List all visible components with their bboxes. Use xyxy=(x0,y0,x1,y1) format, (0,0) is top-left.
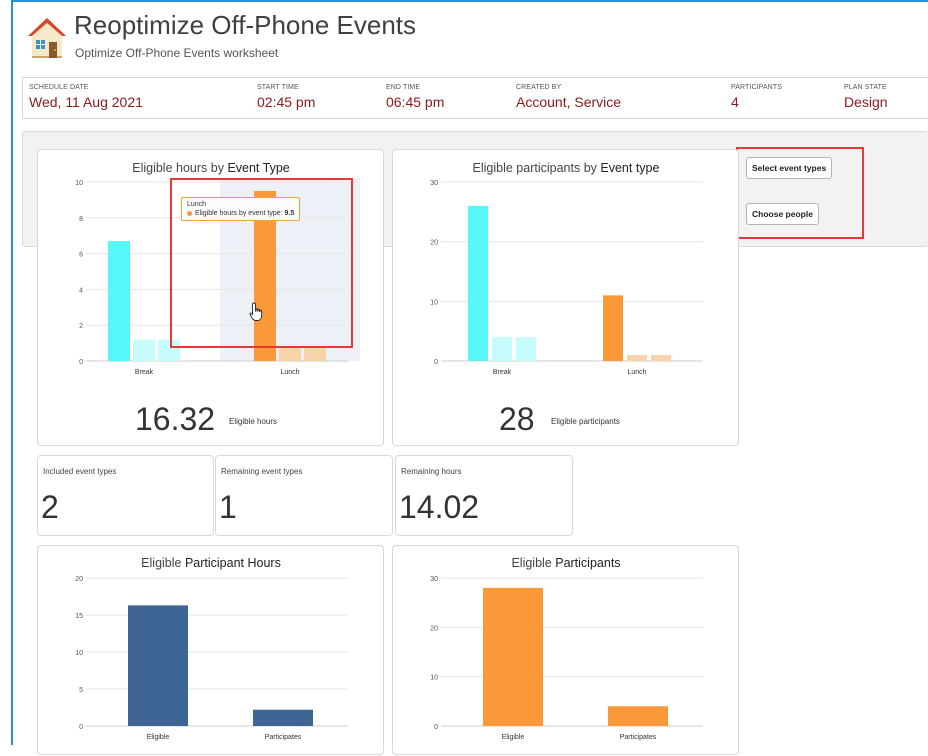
included-event-types-card: Included event types 2 xyxy=(37,455,214,536)
page-subtitle: Optimize Off-Phone Events worksheet xyxy=(75,46,279,60)
remaining-hours-label: Remaining hours xyxy=(401,467,462,476)
hand-cursor-icon xyxy=(249,302,263,321)
x-tick-label: Participates xyxy=(620,734,657,741)
bar-break-0[interactable] xyxy=(468,205,488,361)
schedule-date-label: SCHEDULE DATE xyxy=(29,84,89,91)
x-tick-label: Eligible xyxy=(147,734,170,741)
eligible-participants-label: Eligible participants xyxy=(551,417,620,426)
eligible-participant-hours-chart[interactable]: Eligible Participant Hours 0 5 10 15 20 Eligib… xyxy=(38,546,385,756)
chart-title: Eligible participants by Event type xyxy=(473,161,660,175)
eligible-participants-by-event-type-card: Eligible participants by Event type 0 10 20… xyxy=(392,149,739,446)
eligible-participants-chart[interactable]: Eligible participants by Event type 0 10 20… xyxy=(393,150,740,380)
eligible-participant-hours-card: Eligible Participant Hours 0 5 10 15 20 Eligib… xyxy=(37,545,384,755)
remaining-hours-value: 14.02 xyxy=(399,489,480,525)
schedule-date-cell: SCHEDULE DATE Wed, 11 Aug 2021 xyxy=(29,84,143,110)
chart-title: Eligible Participants xyxy=(511,556,620,570)
bar-lunch-2[interactable] xyxy=(651,355,671,361)
y-tick-label: 2 xyxy=(79,323,83,330)
plan-state-value: Design xyxy=(844,94,888,110)
participants-label: PARTICIPANTS xyxy=(731,84,782,91)
y-tick-label: 30 xyxy=(430,576,438,583)
tooltip-series: Eligible hours by event type: xyxy=(195,210,283,217)
eligible-hours-chart[interactable]: Eligible hours by Event Type 0 2 4 6 8 10 Break… xyxy=(38,150,385,380)
created-by-label: CREATED BY xyxy=(516,84,562,91)
y-tick-label: 0 xyxy=(434,724,438,731)
x-tick-label: Eligible xyxy=(502,734,525,741)
schedule-info-bar: SCHEDULE DATE Wed, 11 Aug 2021 START TIM… xyxy=(22,77,928,119)
x-tick-label: Participates xyxy=(265,734,302,741)
y-tick-label: 10 xyxy=(75,650,83,657)
participants-value: 4 xyxy=(731,94,739,110)
end-time-cell: END TIME 06:45 pm xyxy=(386,84,444,110)
bar-break-2[interactable] xyxy=(516,337,536,361)
eligible-participants-total-chart[interactable]: Eligible Participants 0 10 20 30 Eligible Part… xyxy=(393,546,740,756)
select-event-types-button[interactable]: Select event types xyxy=(746,157,833,179)
y-tick-label: 8 xyxy=(79,216,83,223)
created-by-value: Account, Service xyxy=(516,94,622,110)
y-tick-label: 4 xyxy=(79,287,83,294)
y-tick-label: 15 xyxy=(75,613,83,620)
chart-title: Eligible hours by Event Type xyxy=(132,161,290,175)
end-time-label: END TIME xyxy=(386,84,421,91)
bar-lunch-0[interactable] xyxy=(603,295,623,361)
bar-break-2[interactable] xyxy=(158,339,180,361)
y-tick-label: 10 xyxy=(75,180,83,187)
bar-lunch-1[interactable] xyxy=(279,346,301,361)
remaining-event-types-card: Remaining event types 1 xyxy=(215,455,393,536)
participants-cell: PARTICIPANTS 4 xyxy=(731,84,782,110)
y-tick-label: 30 xyxy=(430,180,438,187)
bar-break-1[interactable] xyxy=(133,339,155,361)
bar-participates-0[interactable] xyxy=(253,709,313,726)
eligible-hours-by-event-type-card: Eligible hours by Event Type 0 2 4 6 8 10 Break… xyxy=(37,149,384,446)
start-time-label: START TIME xyxy=(257,84,299,91)
eligible-hours-value: 16.32 xyxy=(135,401,216,437)
bar-eligible-0[interactable] xyxy=(483,587,543,726)
x-tick-label: Lunch xyxy=(280,369,299,376)
plan-state-cell: PLAN STATE Design xyxy=(844,84,888,110)
eligible-participants-card: Eligible Participants 0 10 20 30 Eligible Part… xyxy=(392,545,739,755)
start-time-cell: START TIME 02:45 pm xyxy=(257,84,315,110)
chart-title: Eligible Participant Hours xyxy=(141,556,281,570)
included-event-types-label: Included event types xyxy=(43,467,117,476)
tooltip-line: Eligible hours by event type: 9.5 xyxy=(187,210,294,217)
chart-tooltip: Lunch Eligible hours by event type: 9.5 xyxy=(181,197,301,221)
page-title: Reoptimize Off-Phone Events xyxy=(74,10,417,40)
y-tick-label: 20 xyxy=(430,240,438,247)
y-tick-label: 5 xyxy=(79,687,83,694)
end-time-value: 06:45 pm xyxy=(386,94,445,110)
choose-people-button[interactable]: Choose people xyxy=(746,203,819,225)
y-tick-label: 0 xyxy=(434,359,438,366)
x-tick-label: Break xyxy=(493,369,512,376)
remaining-event-types-label: Remaining event types xyxy=(221,467,303,476)
y-tick-label: 10 xyxy=(430,675,438,682)
y-tick-label: 0 xyxy=(79,724,83,731)
bar-break-0[interactable] xyxy=(108,241,130,361)
included-event-types-value: 2 xyxy=(41,489,59,525)
y-tick-label: 0 xyxy=(79,359,83,366)
x-tick-label: Lunch xyxy=(627,369,646,376)
bar-break-1[interactable] xyxy=(492,337,512,361)
y-tick-label: 20 xyxy=(430,625,438,632)
bar-lunch-2[interactable] xyxy=(304,346,326,361)
tooltip-dot-icon xyxy=(187,210,192,216)
bar-eligible-0[interactable] xyxy=(128,605,188,726)
remaining-event-types-value: 1 xyxy=(219,489,237,525)
bar-participates-0[interactable] xyxy=(608,706,668,726)
y-tick-label: 20 xyxy=(75,576,83,583)
eligible-hours-label: Eligible hours xyxy=(229,417,278,426)
plan-state-label: PLAN STATE xyxy=(844,84,887,91)
schedule-date-value: Wed, 11 Aug 2021 xyxy=(29,94,143,110)
y-tick-label: 6 xyxy=(79,252,83,259)
remaining-hours-card: Remaining hours 14.02 xyxy=(395,455,573,536)
house-icon xyxy=(28,18,66,58)
bar-lunch-1[interactable] xyxy=(627,355,647,361)
created-by-cell: CREATED BY Account, Service xyxy=(516,84,621,110)
y-tick-label: 10 xyxy=(430,299,438,306)
eligible-participants-value: 28 xyxy=(499,401,535,437)
x-tick-label: Break xyxy=(135,369,154,376)
tooltip-category: Lunch xyxy=(187,201,207,208)
start-time-value: 02:45 pm xyxy=(257,94,316,110)
tooltip-value: 9.5 xyxy=(284,210,295,217)
